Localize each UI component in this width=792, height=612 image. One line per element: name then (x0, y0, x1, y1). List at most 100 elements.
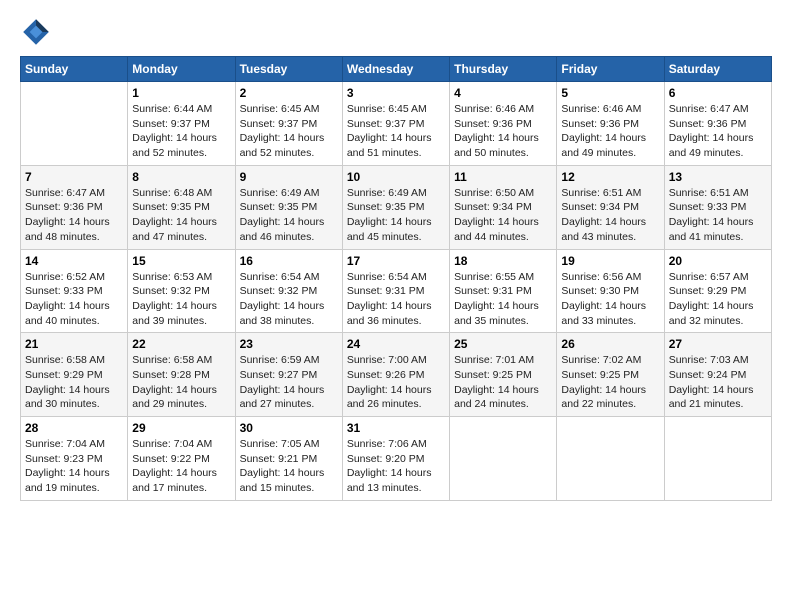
day-number: 9 (240, 170, 338, 184)
calendar-cell: 23 Sunrise: 6:59 AMSunset: 9:27 PMDayligh… (235, 333, 342, 417)
calendar-cell: 18Sunrise: 6:55 AMSunset: 9:31 PMDayligh… (450, 249, 557, 333)
day-number: 26 (561, 337, 659, 351)
weekday-header: Tuesday (235, 57, 342, 82)
calendar-cell (21, 82, 128, 166)
day-number: 28 (25, 421, 123, 435)
day-number: 1 (132, 86, 230, 100)
calendar-cell: 28 Sunrise: 7:04 AMSunset: 9:23 PMDayligh… (21, 417, 128, 501)
weekday-header: Saturday (664, 57, 771, 82)
day-info: Sunrise: 6:56 AMSunset: 9:30 PMDaylight:… (561, 270, 659, 329)
day-info: Sunrise: 6:50 AMSunset: 9:34 PMDaylight:… (454, 186, 552, 245)
logo (20, 16, 56, 48)
weekday-header: Monday (128, 57, 235, 82)
day-number: 18 (454, 254, 552, 268)
calendar-cell: 31 Sunrise: 7:06 AMSunset: 9:20 PMDayligh… (342, 417, 449, 501)
calendar-cell: 21 Sunrise: 6:58 AMSunset: 9:29 PMDayligh… (21, 333, 128, 417)
calendar-week-row: 14 Sunrise: 6:52 AMSunset: 9:33 PMDayligh… (21, 249, 772, 333)
calendar-cell: 5Sunrise: 6:46 AMSunset: 9:36 PMDaylight… (557, 82, 664, 166)
day-info: Sunrise: 6:45 AMSunset: 9:37 PMDaylight:… (240, 102, 338, 161)
day-info: Sunrise: 7:04 AMSunset: 9:23 PMDaylight:… (25, 437, 123, 496)
day-info: Sunrise: 6:52 AMSunset: 9:33 PMDaylight:… (25, 270, 123, 329)
calendar-cell: 25 Sunrise: 7:01 AMSunset: 9:25 PMDayligh… (450, 333, 557, 417)
day-number: 23 (240, 337, 338, 351)
day-number: 16 (240, 254, 338, 268)
calendar-cell: 16 Sunrise: 6:54 AMSunset: 9:32 PMDayligh… (235, 249, 342, 333)
day-number: 29 (132, 421, 230, 435)
day-number: 17 (347, 254, 445, 268)
day-info: Sunrise: 6:49 AMSunset: 9:35 PMDaylight:… (347, 186, 445, 245)
day-info: Sunrise: 6:54 AMSunset: 9:31 PMDaylight:… (347, 270, 445, 329)
day-info: Sunrise: 7:05 AMSunset: 9:21 PMDaylight:… (240, 437, 338, 496)
day-number: 25 (454, 337, 552, 351)
day-info: Sunrise: 7:04 AMSunset: 9:22 PMDaylight:… (132, 437, 230, 496)
day-info: Sunrise: 6:58 AMSunset: 9:28 PMDaylight:… (132, 353, 230, 412)
calendar-cell: 26 Sunrise: 7:02 AMSunset: 9:25 PMDayligh… (557, 333, 664, 417)
day-number: 15 (132, 254, 230, 268)
day-info: Sunrise: 6:59 AMSunset: 9:27 PMDaylight:… (240, 353, 338, 412)
day-number: 19 (561, 254, 659, 268)
day-info: Sunrise: 6:53 AMSunset: 9:32 PMDaylight:… (132, 270, 230, 329)
calendar-cell: 19 Sunrise: 6:56 AMSunset: 9:30 PMDayligh… (557, 249, 664, 333)
day-info: Sunrise: 6:46 AMSunset: 9:36 PMDaylight:… (454, 102, 552, 161)
calendar-week-row: 21 Sunrise: 6:58 AMSunset: 9:29 PMDayligh… (21, 333, 772, 417)
day-info: Sunrise: 7:03 AMSunset: 9:24 PMDaylight:… (669, 353, 767, 412)
calendar-cell: 17 Sunrise: 6:54 AMSunset: 9:31 PMDayligh… (342, 249, 449, 333)
day-number: 6 (669, 86, 767, 100)
day-number: 24 (347, 337, 445, 351)
day-number: 14 (25, 254, 123, 268)
calendar-cell: 29 Sunrise: 7:04 AMSunset: 9:22 PMDayligh… (128, 417, 235, 501)
day-number: 8 (132, 170, 230, 184)
weekday-header-row: SundayMondayTuesdayWednesdayThursdayFrid… (21, 57, 772, 82)
day-number: 7 (25, 170, 123, 184)
calendar-week-row: 7 Sunrise: 6:47 AMSunset: 9:36 PMDaylight… (21, 165, 772, 249)
calendar-cell: 7 Sunrise: 6:47 AMSunset: 9:36 PMDaylight… (21, 165, 128, 249)
day-number: 21 (25, 337, 123, 351)
day-number: 20 (669, 254, 767, 268)
day-info: Sunrise: 6:48 AMSunset: 9:35 PMDaylight:… (132, 186, 230, 245)
day-number: 11 (454, 170, 552, 184)
day-info: Sunrise: 6:54 AMSunset: 9:32 PMDaylight:… (240, 270, 338, 329)
day-number: 5 (561, 86, 659, 100)
day-info: Sunrise: 6:58 AMSunset: 9:29 PMDaylight:… (25, 353, 123, 412)
day-number: 4 (454, 86, 552, 100)
calendar-cell (664, 417, 771, 501)
calendar-cell: 11 Sunrise: 6:50 AMSunset: 9:34 PMDayligh… (450, 165, 557, 249)
day-info: Sunrise: 6:47 AMSunset: 9:36 PMDaylight:… (669, 102, 767, 161)
day-number: 12 (561, 170, 659, 184)
calendar-cell: 15 Sunrise: 6:53 AMSunset: 9:32 PMDayligh… (128, 249, 235, 333)
calendar-cell: 6 Sunrise: 6:47 AMSunset: 9:36 PMDaylight… (664, 82, 771, 166)
calendar-week-row: 28 Sunrise: 7:04 AMSunset: 9:23 PMDayligh… (21, 417, 772, 501)
calendar-cell: 3Sunrise: 6:45 AMSunset: 9:37 PMDaylight… (342, 82, 449, 166)
day-info: Sunrise: 7:02 AMSunset: 9:25 PMDaylight:… (561, 353, 659, 412)
logo-icon (20, 16, 52, 48)
calendar-cell: 12Sunrise: 6:51 AMSunset: 9:34 PMDayligh… (557, 165, 664, 249)
calendar-week-row: 1 Sunrise: 6:44 AMSunset: 9:37 PMDaylight… (21, 82, 772, 166)
calendar-cell (557, 417, 664, 501)
calendar-cell: 10Sunrise: 6:49 AMSunset: 9:35 PMDayligh… (342, 165, 449, 249)
header (20, 16, 772, 48)
day-number: 31 (347, 421, 445, 435)
day-info: Sunrise: 7:01 AMSunset: 9:25 PMDaylight:… (454, 353, 552, 412)
page: SundayMondayTuesdayWednesdayThursdayFrid… (0, 0, 792, 612)
calendar-cell: 14 Sunrise: 6:52 AMSunset: 9:33 PMDayligh… (21, 249, 128, 333)
day-number: 27 (669, 337, 767, 351)
day-info: Sunrise: 6:47 AMSunset: 9:36 PMDaylight:… (25, 186, 123, 245)
day-number: 2 (240, 86, 338, 100)
day-info: Sunrise: 6:44 AMSunset: 9:37 PMDaylight:… (132, 102, 230, 161)
calendar-cell: 22Sunrise: 6:58 AMSunset: 9:28 PMDayligh… (128, 333, 235, 417)
calendar-table: SundayMondayTuesdayWednesdayThursdayFrid… (20, 56, 772, 501)
calendar-cell: 20 Sunrise: 6:57 AMSunset: 9:29 PMDayligh… (664, 249, 771, 333)
weekday-header: Sunday (21, 57, 128, 82)
calendar-cell: 13Sunrise: 6:51 AMSunset: 9:33 PMDayligh… (664, 165, 771, 249)
day-info: Sunrise: 6:57 AMSunset: 9:29 PMDaylight:… (669, 270, 767, 329)
day-number: 3 (347, 86, 445, 100)
calendar-cell: 9Sunrise: 6:49 AMSunset: 9:35 PMDaylight… (235, 165, 342, 249)
calendar-cell: 24Sunrise: 7:00 AMSunset: 9:26 PMDayligh… (342, 333, 449, 417)
day-info: Sunrise: 6:51 AMSunset: 9:33 PMDaylight:… (669, 186, 767, 245)
calendar-cell: 30Sunrise: 7:05 AMSunset: 9:21 PMDayligh… (235, 417, 342, 501)
calendar-cell: 1 Sunrise: 6:44 AMSunset: 9:37 PMDaylight… (128, 82, 235, 166)
calendar-cell: 8 Sunrise: 6:48 AMSunset: 9:35 PMDaylight… (128, 165, 235, 249)
calendar-cell: 27 Sunrise: 7:03 AMSunset: 9:24 PMDayligh… (664, 333, 771, 417)
day-info: Sunrise: 7:06 AMSunset: 9:20 PMDaylight:… (347, 437, 445, 496)
weekday-header: Friday (557, 57, 664, 82)
